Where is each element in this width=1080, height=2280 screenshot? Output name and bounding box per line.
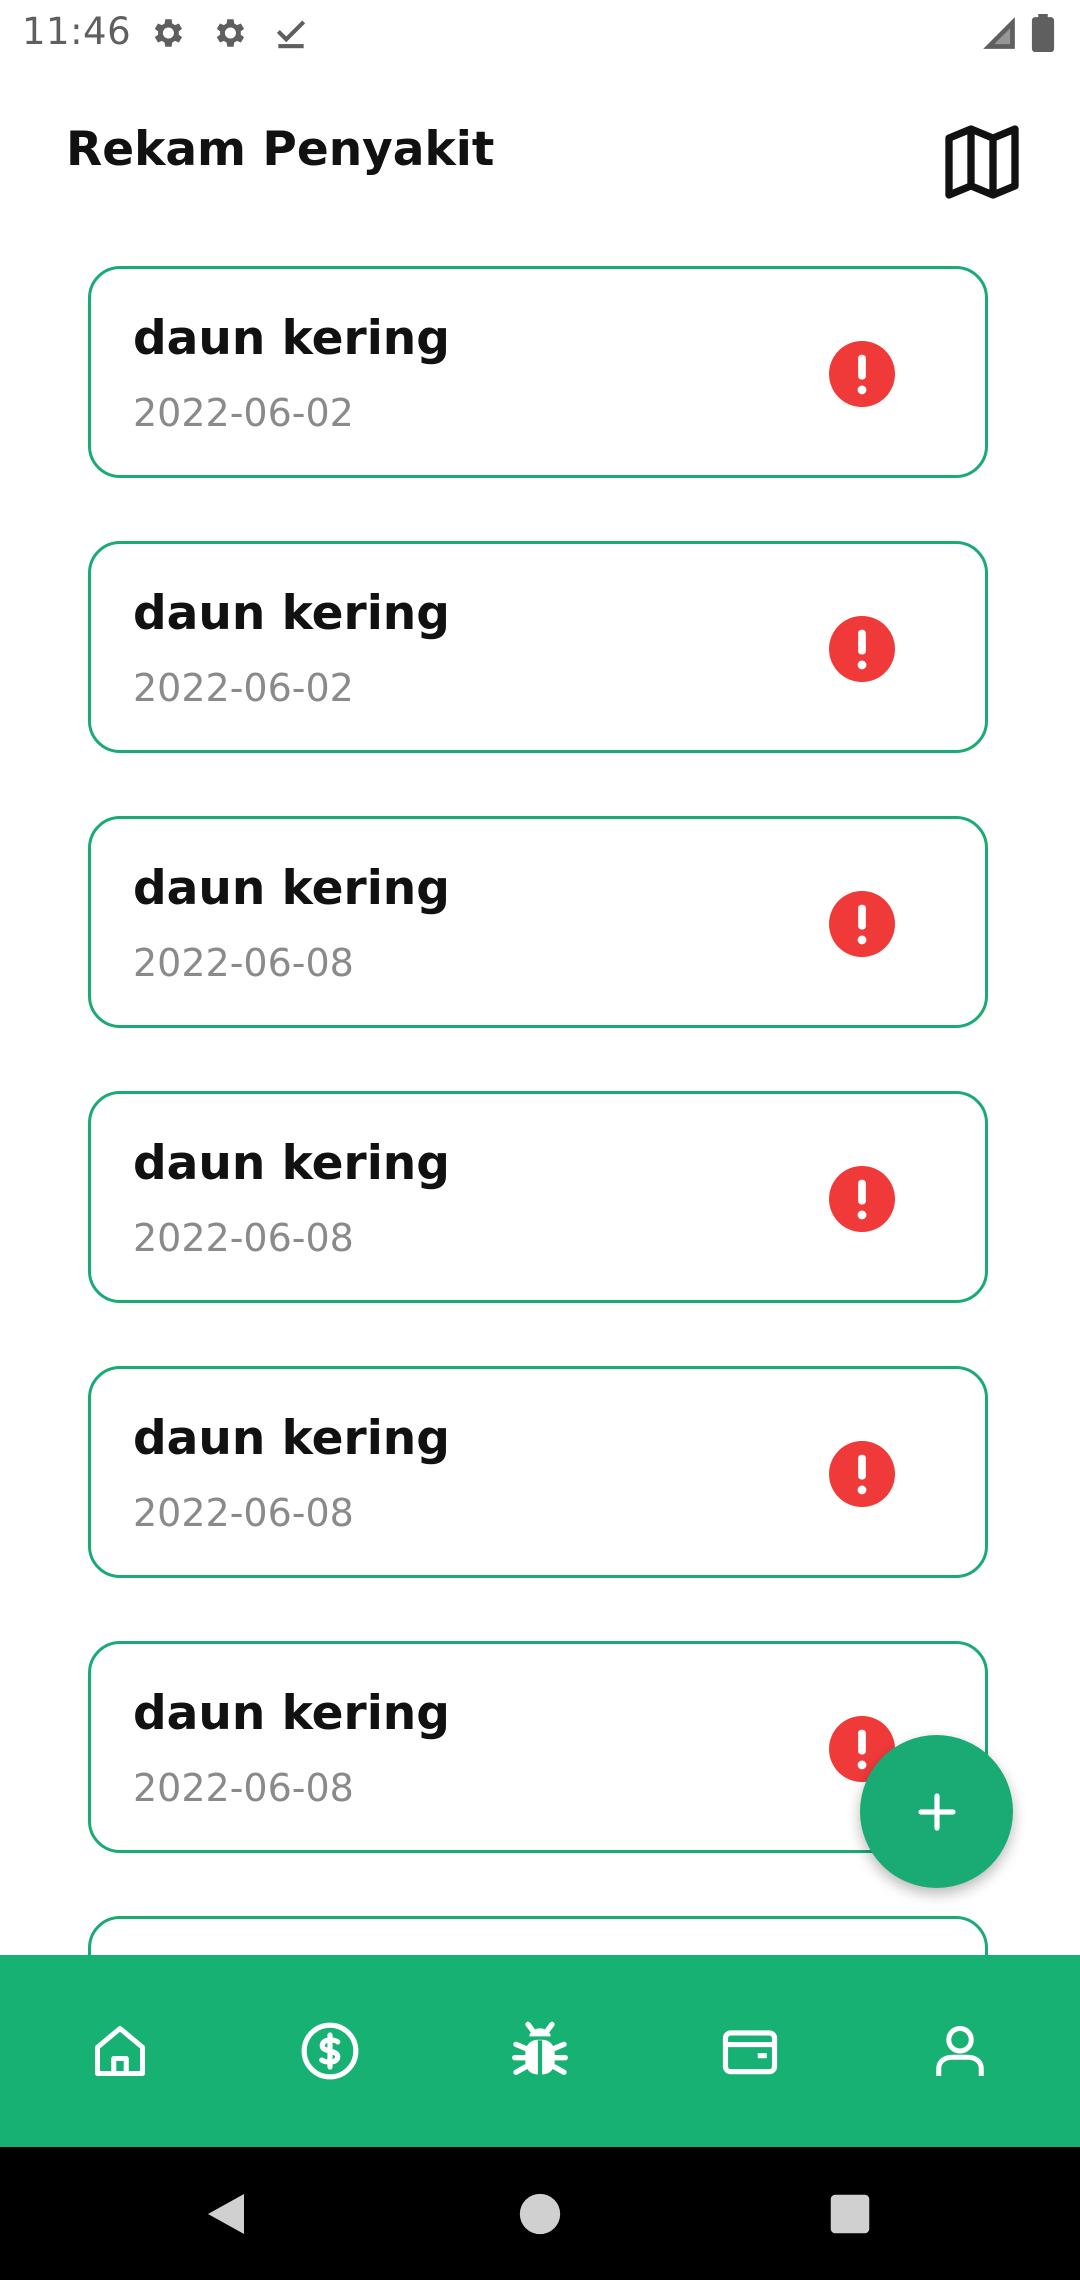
record-title: daun kering [133, 1136, 450, 1191]
alert-icon [829, 616, 895, 682]
nav-profile[interactable] [855, 1955, 1065, 2147]
record-title: daun kering [133, 861, 450, 916]
profile-icon [936, 2026, 984, 2076]
system-recents-button[interactable] [770, 2147, 930, 2280]
record-card[interactable]: daun kering 2022-06-08 [88, 1091, 988, 1303]
status-time: 11:46 [22, 10, 132, 53]
record-title: daun kering [133, 1686, 450, 1741]
system-nav-bar [0, 2147, 1080, 2280]
record-date: 2022-06-08 [133, 1216, 354, 1260]
bottom-nav [0, 1955, 1080, 2147]
system-home-button[interactable] [460, 2147, 620, 2280]
record-title: daun kering [133, 1411, 450, 1466]
record-card[interactable]: daun kering 2022-06-08 [88, 1641, 988, 1853]
back-icon [208, 2193, 244, 2234]
settings-icon [216, 19, 245, 47]
recents-icon [830, 2194, 870, 2233]
system-back-button[interactable] [146, 2147, 306, 2280]
record-date: 2022-06-02 [133, 666, 354, 710]
record-date: 2022-06-08 [133, 1491, 354, 1535]
record-list[interactable]: daun kering 2022-06-02 daun kering 2022-… [0, 236, 1080, 1955]
record-card[interactable]: daun kering 2022-06-02 [88, 266, 988, 478]
record-card[interactable]: daun kering 2022-06-08 [88, 816, 988, 1028]
map-button[interactable] [938, 118, 1026, 206]
record-card[interactable] [88, 1916, 988, 1955]
nav-finance[interactable] [225, 1955, 435, 2147]
map-icon [945, 125, 1019, 199]
home-circle-icon [519, 2193, 561, 2234]
add-record-button[interactable] [860, 1735, 1013, 1888]
dollar-icon [301, 2022, 359, 2080]
download-done-icon [276, 20, 306, 49]
settings-icon [154, 19, 183, 47]
record-title: daun kering [133, 586, 450, 641]
record-date: 2022-06-08 [133, 941, 354, 985]
battery-icon [1031, 14, 1055, 52]
home-icon [95, 2026, 145, 2076]
page-title: Rekam Penyakit [66, 122, 495, 177]
alert-icon [829, 891, 895, 957]
bug-icon [511, 2021, 568, 2075]
record-date: 2022-06-08 [133, 1766, 354, 1810]
nav-wallet[interactable] [645, 1955, 855, 2147]
record-card[interactable]: daun kering 2022-06-08 [88, 1366, 988, 1578]
plus-icon [917, 1792, 956, 1831]
alert-icon [829, 341, 895, 407]
alert-icon [829, 1166, 895, 1232]
nav-home[interactable] [15, 1955, 225, 2147]
nav-disease-record[interactable] [435, 1955, 645, 2147]
record-title: daun kering [133, 311, 450, 366]
app-bar: Rekam Penyakit [0, 66, 1080, 236]
alert-icon [829, 1441, 895, 1507]
status-bar: 11:46 [0, 0, 1080, 66]
record-date: 2022-06-02 [133, 391, 354, 435]
record-card[interactable]: daun kering 2022-06-02 [88, 541, 988, 753]
signal-icon [983, 17, 1015, 49]
wallet-icon [722, 2030, 778, 2075]
